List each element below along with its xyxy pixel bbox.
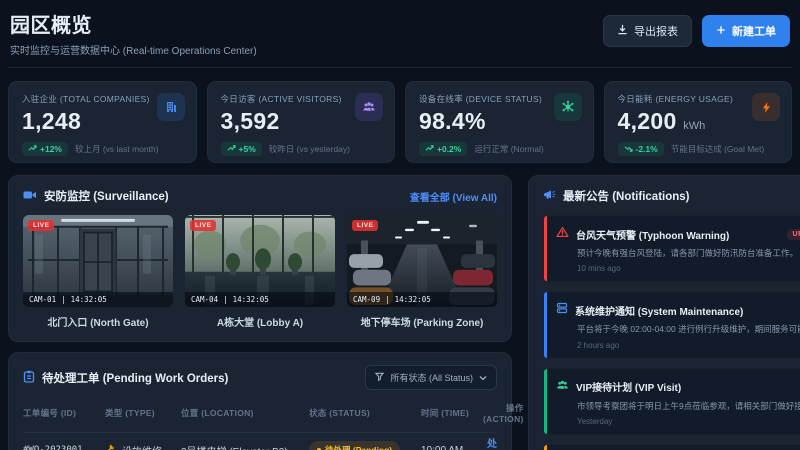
notification-system-maintenance[interactable]: 系统维护通知 (System Maintenance) 平台将于今晚 02:00… [543,291,800,359]
kpi-row: 入驻企业 (TOTAL COMPANIES) 1,248 +12% 较上月 (v… [8,81,792,163]
warning-triangle-icon [556,225,569,243]
urgent-badge: URGENT [786,228,800,240]
camera-feed-image: LIVE CAM-01 | 14:32:05 [23,215,173,307]
live-badge: LIVE [352,220,379,231]
work-order-row[interactable]: #WO-2023001 设施维修 3号楼电梯 (Elevator B3) 待处理… [23,433,497,450]
download-icon [617,24,628,38]
work-orders-panel: 待处理工单 (Pending Work Orders) 所有状态 (All St… [8,352,523,450]
camera-id: CAM-09 [353,295,381,304]
camera-id: CAM-01 [29,295,57,304]
visitors-icon [355,93,383,121]
work-orders-table-header: 工单编号 (ID) 类型 (TYPE) 位置 (LOCATION) 状态 (ST… [23,402,523,433]
trend-badge: -2.1% [617,142,664,156]
camera-name: 地下停车场 (Parking Zone) [360,318,484,329]
trend-down-icon [624,144,633,154]
kpi-card-visitors: 今日访客 (ACTIVE VISITORS) 3,592 +5% 较昨日 (vs… [206,81,395,163]
surveillance-panel: 安防监控 (Surveillance) 查看全部 (View All) LIVE… [8,175,512,342]
camera-timestamp: 14:32:05 [232,295,269,304]
camera-feed-image: LIVE CAM-04 | 14:32:05 [185,215,335,307]
dashboard-page: 园区概览 实时监控与运营数据中心 (Real-time Operations C… [0,0,800,450]
trend-up-icon [425,144,434,154]
camera-name: 北门入口 (North Gate) [47,318,149,329]
notifications-panel: 最新公告 (Notifications) 台风天气预警 (Typhoon War… [528,175,800,450]
plus-icon [716,25,726,38]
camera-timestamp: 14:32:05 [70,295,107,304]
trend-badge: +5% [220,142,262,156]
video-camera-icon [23,189,37,204]
export-report-button[interactable]: 导出报表 [603,15,692,47]
kpi-card-device-status: 设备在线率 (DEVICE STATUS) 98.4% +0.2% 运行正常 (… [405,81,594,163]
page-subtitle: 实时监控与运营数据中心 (Real-time Operations Center… [10,46,257,57]
work-order-id: #WO-2023001 [23,445,83,450]
camera-overlay: CAM-04 | 14:32:05 [185,292,335,307]
trend-badge: +0.2% [419,142,468,156]
live-badge: LIVE [28,220,55,231]
view-all-link[interactable]: 查看全部 (View All) [410,189,497,204]
kpi-card-companies: 入驻企业 (TOTAL COMPANIES) 1,248 +12% 较上月 (v… [8,81,197,163]
chevron-down-icon [479,373,487,383]
device-network-icon [553,93,582,121]
work-order-location: 3号楼电梯 (Elevator B3) [181,443,309,450]
trend-up-icon [227,144,236,154]
work-order-time: 10:00 AM [421,444,464,450]
server-icon [556,301,568,319]
clipboard-icon [23,370,35,386]
building-icon [156,93,185,121]
megaphone-icon [543,189,556,204]
kpi-card-energy: 今日能耗 (ENERGY USAGE) 4,200 kWh -2.1% 节能目标… [603,81,792,163]
handle-action-link[interactable]: 处理 [487,439,497,450]
camera-name: A栋大堂 (Lobby A) [216,318,304,329]
camera-tile-lobby-a[interactable]: LIVE CAM-04 | 14:32:05 A栋大堂 (Lobby A) [185,215,335,329]
page-header: 园区概览 实时监控与运营数据中心 (Real-time Operations C… [8,0,792,68]
notification-vip-visit[interactable]: VIP接待计划 (VIP Visit) 市领导考察团将于明日上午9点莅临参观，请… [543,367,800,436]
live-badge: LIVE [190,220,217,231]
work-order-type: 设施维修 [122,443,162,450]
filter-icon [375,372,385,383]
status-filter-dropdown[interactable]: 所有状态 (All Status) [365,365,497,390]
camera-overlay: CAM-09 | 14:32:05 [347,292,497,307]
camera-feed-image: LIVE CAM-09 | 14:32:05 [347,215,497,307]
camera-timestamp: 14:32:05 [394,295,431,304]
trend-badge: +12% [22,142,68,156]
people-group-icon [556,378,569,396]
camera-tile-parking[interactable]: LIVE CAM-09 | 14:32:05 地下停车场 (Parking Zone… [347,215,497,329]
camera-overlay: CAM-01 | 14:32:05 [23,292,173,307]
notification-typhoon-warning[interactable]: 台风天气预警 (Typhoon Warning) URGENT 预计今晚有强台风… [543,215,800,283]
left-column: 安防监控 (Surveillance) 查看全部 (View All) LIVE… [8,175,523,450]
notification-fire-drill[interactable]: 消防演习通知 (Fire Drill) 下周一将在A栋举行全员消防演习，请周知。… [543,444,800,450]
trend-up-icon [28,144,37,154]
status-badge-pending: 待处理 (Pending) [309,441,401,450]
energy-bolt-icon [752,93,780,121]
page-title: 园区概览 [10,15,92,37]
camera-id: CAM-04 [191,295,219,304]
new-work-order-button[interactable]: 新建工单 [702,15,790,47]
kpi-unit: kWh [683,120,706,132]
wrench-icon [105,443,116,450]
camera-tile-north-gate[interactable]: LIVE CAM-01 | 14:32:05 北门入口 (North Gate) [23,215,173,329]
